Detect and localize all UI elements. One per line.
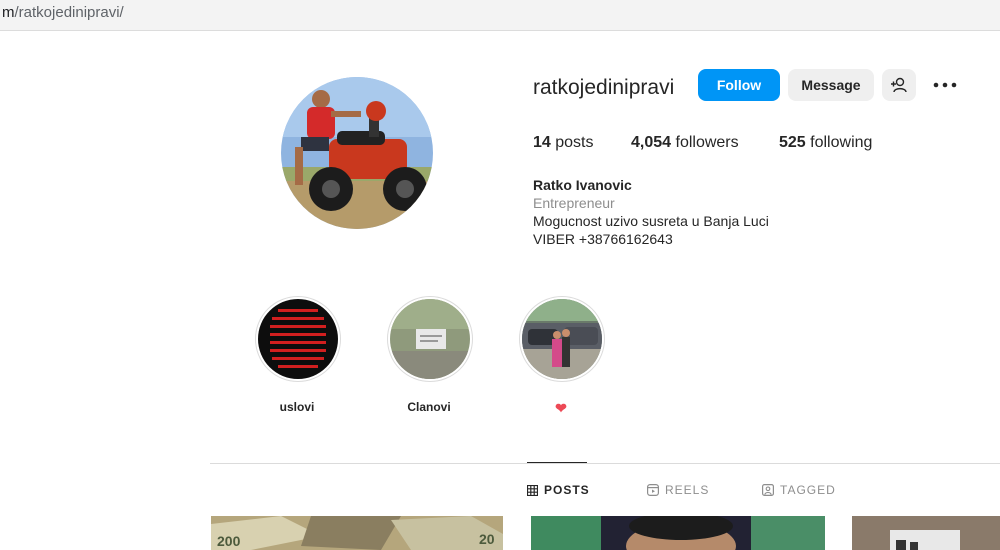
tab-posts[interactable]: POSTS [527,483,590,497]
more-options-button[interactable] [931,74,959,96]
profile-avatar[interactable] [281,77,433,229]
followers-count: 4,054 [631,134,672,151]
profile-full-name: Ratko Ivanovic [533,177,632,193]
post-thumbnail[interactable] [531,516,825,550]
tab-label: POSTS [544,483,590,497]
active-tab-indicator [527,462,587,463]
add-user-icon [891,77,907,93]
suggest-similar-button[interactable] [882,69,916,101]
message-button[interactable]: Message [788,69,874,101]
tabs-divider [210,463,1000,464]
following-count: 525 [779,134,806,151]
highlight-cover [519,296,605,382]
post-thumbnail[interactable]: 200 20 [211,516,503,550]
grid-icon [527,484,538,496]
post-thumbnail[interactable] [852,516,1000,550]
profile-category: Entrepreneur [533,195,615,211]
url-text[interactable]: m/ratkojedinipravi/ [2,4,124,21]
highlight-uslovi[interactable]: uslovi [255,296,341,414]
more-dots-icon [933,82,957,88]
browser-address-bar[interactable]: m/ratkojedinipravi/ [0,0,1000,31]
highlight-heart[interactable]: ❤ [519,296,605,417]
tab-label: REELS [665,483,710,497]
tagged-icon [762,484,774,496]
profile-bio: Ratko Ivanovic Entrepreneur Mogucnost uz… [533,176,769,248]
followers-label: followers [675,134,739,151]
tab-tagged[interactable]: TAGGED [762,483,836,497]
highlight-label: Clanovi [407,400,451,414]
url-host: m [2,4,15,21]
follow-button[interactable]: Follow [698,69,780,101]
tab-reels[interactable]: REELS [647,483,709,497]
posts-stat: 14 posts [533,134,594,152]
highlight-clanovi[interactable]: Clanovi [387,296,473,414]
url-path: /ratkojedinipravi/ [14,4,124,21]
posts-count: 14 [533,134,551,151]
following-stat[interactable]: 525 following [779,134,872,152]
svg-text:200: 200 [217,533,241,549]
heart-icon: ❤ [555,400,567,416]
following-label: following [810,134,873,151]
tab-label: TAGGED [780,483,836,497]
followers-stat[interactable]: 4,054 followers [631,134,739,152]
highlight-label: uslovi [279,400,315,414]
bio-line-2: VIBER +38766162643 [533,231,673,247]
highlight-cover [387,296,473,382]
bio-line-1: Mogucnost uzivo susreta u Banja Luci [533,213,769,229]
posts-label: posts [555,134,594,151]
highlight-cover [255,296,341,382]
svg-text:20: 20 [479,531,495,547]
profile-username: ratkojedinipravi [533,76,675,99]
reels-icon [647,484,659,496]
